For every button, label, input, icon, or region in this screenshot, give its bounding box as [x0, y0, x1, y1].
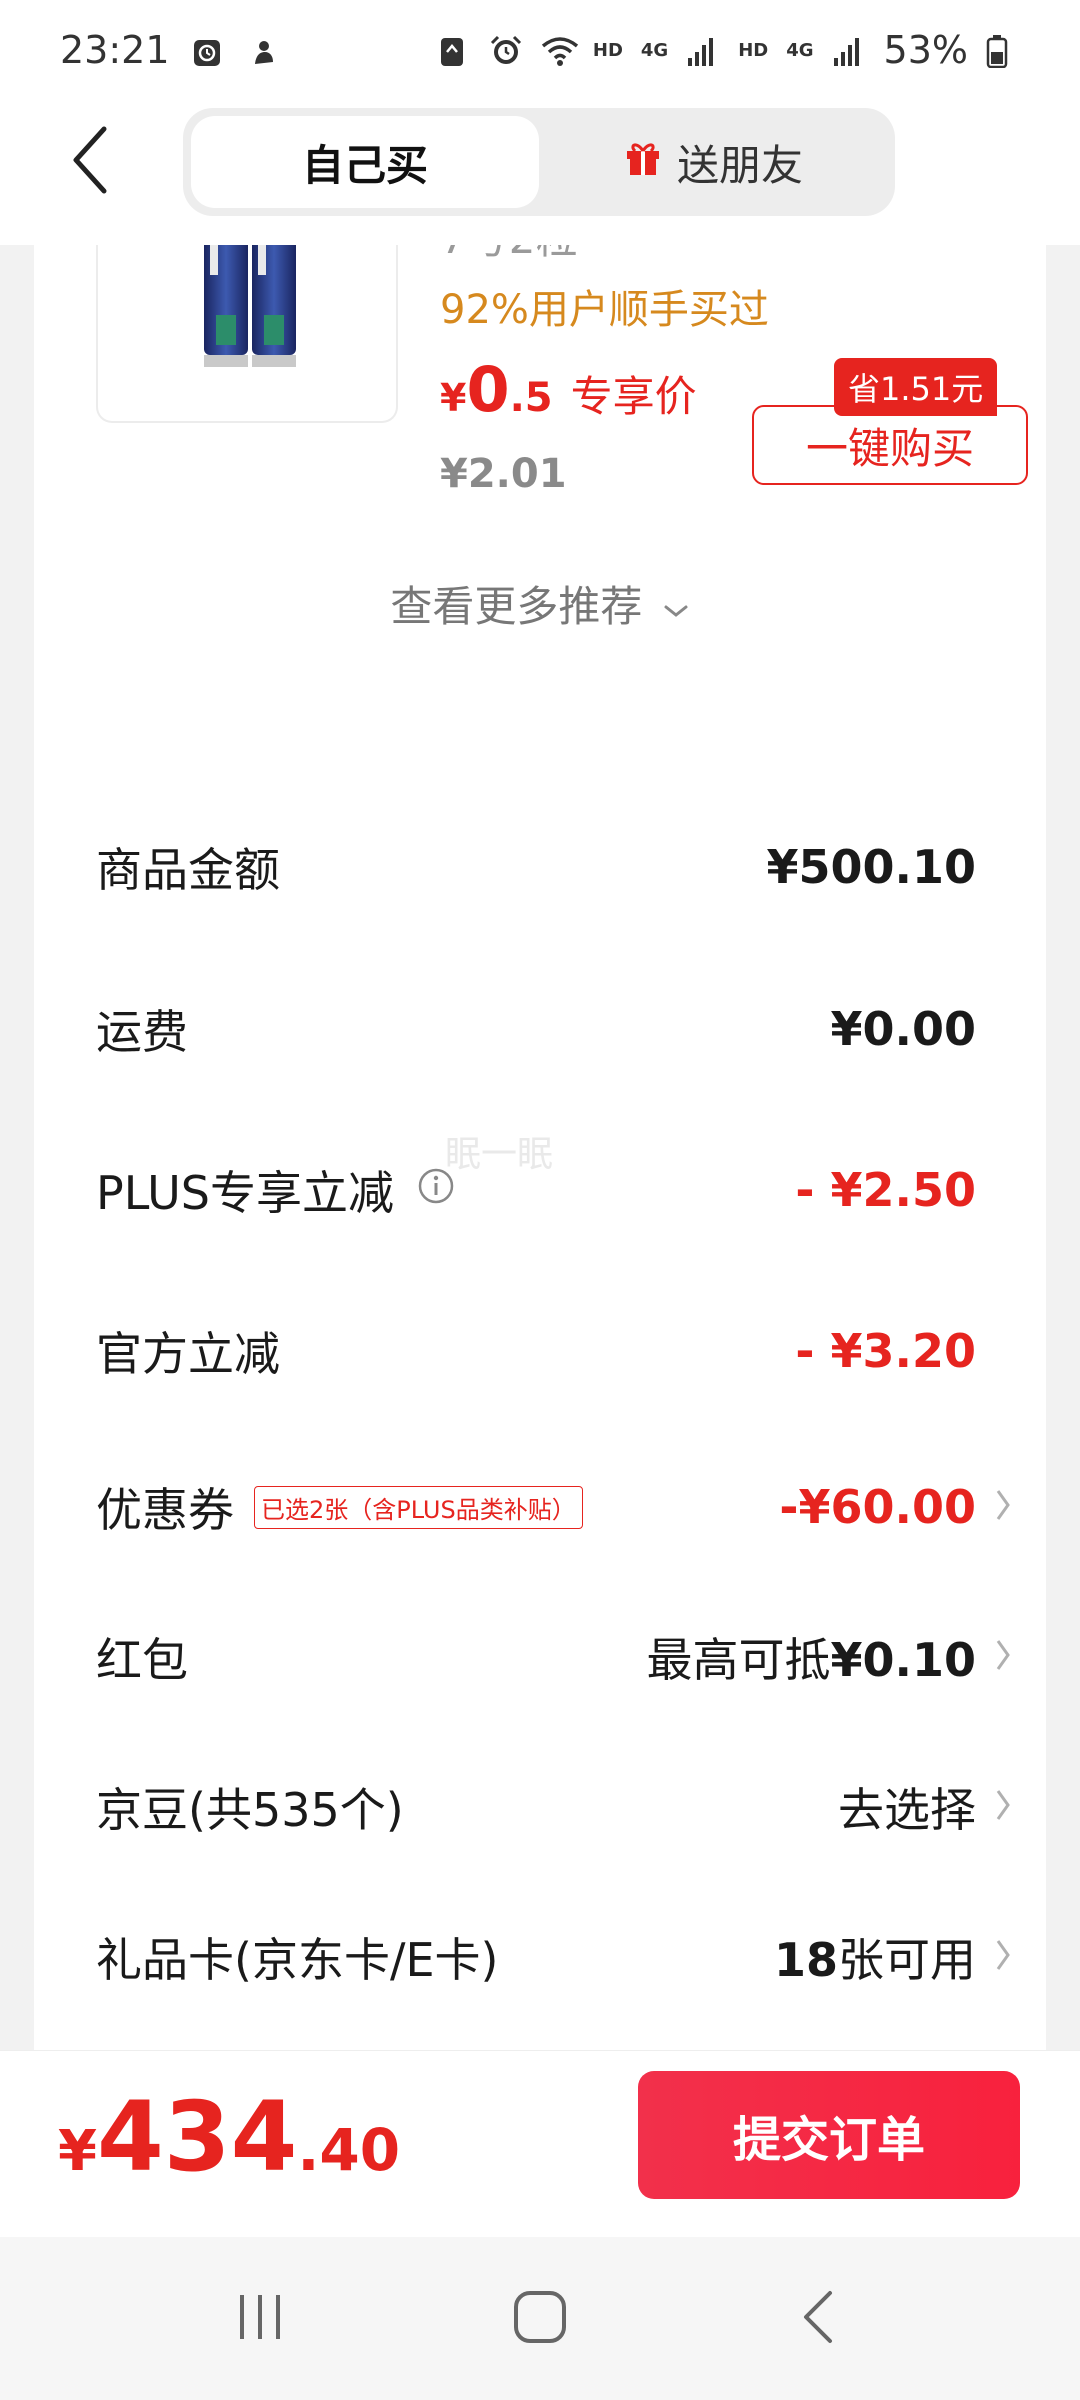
- one-click-buy-button[interactable]: 一键购买: [752, 405, 1028, 485]
- exclusive-price-tag: 专享价: [570, 372, 697, 421]
- status-bar: 23:21 HD 4G HD 4G 53%: [0, 0, 1080, 100]
- signal-icon-2: [832, 33, 866, 67]
- original-price: ¥2.01: [440, 451, 567, 497]
- more-recommendations-label: 查看更多推荐: [390, 582, 643, 631]
- total-decimal: .40: [297, 2116, 401, 2184]
- gift-card-suffix: 张可用: [838, 1933, 976, 1987]
- hd-label-2: HD: [738, 39, 769, 61]
- red-packet-label: 红包: [96, 1633, 188, 1687]
- official-discount-label: 官方立减: [96, 1327, 280, 1381]
- jingdou-value: 去选择: [838, 1783, 976, 1837]
- coupon-selected-tag: 已选2张（含PLUS品类补贴）: [254, 1485, 583, 1529]
- summary-row-jingdou[interactable]: 京豆(共535个) 去选择: [96, 1757, 1010, 1857]
- tab-send-to-friend[interactable]: 送朋友: [539, 116, 887, 208]
- plus-discount-text: PLUS专享立减: [96, 1166, 394, 1220]
- recommended-product-name[interactable]: 7号2粒: [440, 245, 577, 266]
- recommended-price: ¥ 0 .5 专享价: [440, 353, 697, 426]
- home-icon[interactable]: [510, 2287, 570, 2351]
- total-currency: ¥: [58, 2119, 97, 2184]
- wifi-icon: [541, 33, 578, 67]
- back-arrow-icon: [73, 126, 107, 194]
- summary-row-gift-card[interactable]: 礼品卡(京东卡/E卡) 18张可用: [96, 1907, 1010, 2007]
- gift-card-value: 18张可用: [774, 1924, 976, 1990]
- jingdou-label: 京豆(共535个): [96, 1783, 404, 1837]
- battery-icon: [986, 33, 1020, 69]
- app-notification-icon: [248, 33, 282, 67]
- checkout-bar: ¥ 434 .40 提交订单: [0, 2050, 1080, 2237]
- plus-discount-label: PLUS专享立减: [96, 1157, 456, 1223]
- summary-row-shipping: 运费 ¥0.00: [96, 979, 976, 1079]
- plus-discount-value: - ¥2.50: [795, 1163, 976, 1217]
- price-currency: ¥: [440, 376, 467, 420]
- price-decimal: .5: [509, 375, 553, 421]
- top-nav: 自己买 送朋友: [0, 100, 1080, 245]
- watermark: 眠一眠: [445, 1134, 554, 1175]
- coupon-value: -¥60.00: [779, 1480, 976, 1534]
- purchase-rate-text: 92%用户顺手买过: [440, 287, 769, 333]
- network-4g-label-2: 4G: [786, 39, 814, 61]
- total-price: ¥ 434 .40: [58, 2081, 400, 2193]
- red-packet-amount: ¥0.10: [830, 1633, 976, 1687]
- total-integer: 434: [96, 2081, 298, 2193]
- official-discount-value: - ¥3.20: [795, 1324, 976, 1378]
- summary-row-official-discount: 官方立减 - ¥3.20: [96, 1301, 976, 1401]
- system-navigation-bar: [0, 2237, 1080, 2400]
- recent-apps-icon[interactable]: [230, 2287, 290, 2351]
- more-recommendations-link[interactable]: 查看更多推荐: [34, 573, 1046, 634]
- tab-send-to-friend-label: 送朋友: [676, 140, 803, 190]
- shipping-label: 运费: [96, 1005, 188, 1059]
- recycle-icon: [437, 33, 471, 67]
- recommended-product-image[interactable]: [96, 245, 398, 423]
- coupon-text: 优惠券: [96, 1483, 234, 1537]
- price-summary-card: 商品金额 ¥500.10 运费 ¥0.00 PLUS专享立减 - ¥2.50 官…: [34, 767, 1046, 2050]
- price-integer: 0: [466, 353, 510, 426]
- red-packet-prefix: 最高可抵: [646, 1633, 831, 1687]
- gift-icon: [623, 137, 663, 187]
- buy-mode-segmented-control: 自己买 送朋友: [183, 108, 895, 216]
- order-content[interactable]: 7号2粒 92%用户顺手买过 ¥ 0 .5 专享价 ¥2.01 一键购买 省1.…: [0, 245, 1080, 2050]
- back-button[interactable]: [55, 120, 125, 200]
- tab-buy-for-self[interactable]: 自己买: [191, 116, 539, 208]
- gift-card-label: 礼品卡(京东卡/E卡): [96, 1933, 499, 1987]
- submit-order-button[interactable]: 提交订单: [638, 2071, 1020, 2199]
- chevron-right-icon: [994, 1487, 1012, 1532]
- clock-app-icon: [192, 33, 226, 67]
- red-packet-value: 最高可抵¥0.10: [646, 1624, 976, 1690]
- network-4g-label-1: 4G: [640, 39, 669, 61]
- hd-label-1: HD: [592, 39, 623, 61]
- summary-row-red-packet[interactable]: 红包 最高可抵¥0.10: [96, 1607, 1010, 1707]
- chevron-right-icon: [994, 1787, 1012, 1832]
- goods-amount-value: ¥500.10: [766, 840, 976, 894]
- battery-percent: 53%: [883, 28, 968, 72]
- goods-amount-label: 商品金额: [96, 843, 280, 897]
- chevron-right-icon: [994, 1937, 1012, 1982]
- savings-badge: 省1.51元: [834, 358, 998, 416]
- coupon-label: 优惠券 已选2张（含PLUS品类补贴）: [96, 1474, 583, 1540]
- summary-row-coupon[interactable]: 优惠券 已选2张（含PLUS品类补贴） -¥60.00: [96, 1457, 1010, 1557]
- alarm-icon: [489, 33, 523, 67]
- status-time: 23:21: [60, 28, 170, 72]
- gift-card-count: 18: [773, 1933, 838, 1987]
- back-nav-icon[interactable]: [790, 2287, 850, 2351]
- summary-row-goods-amount: 商品金额 ¥500.10: [96, 817, 976, 917]
- battery-product-icon: [204, 245, 296, 367]
- shipping-value: ¥0.00: [830, 1002, 976, 1056]
- signal-icon-1: [686, 33, 720, 67]
- chevron-right-icon: [994, 1637, 1012, 1682]
- chevron-down-icon: [662, 594, 690, 629]
